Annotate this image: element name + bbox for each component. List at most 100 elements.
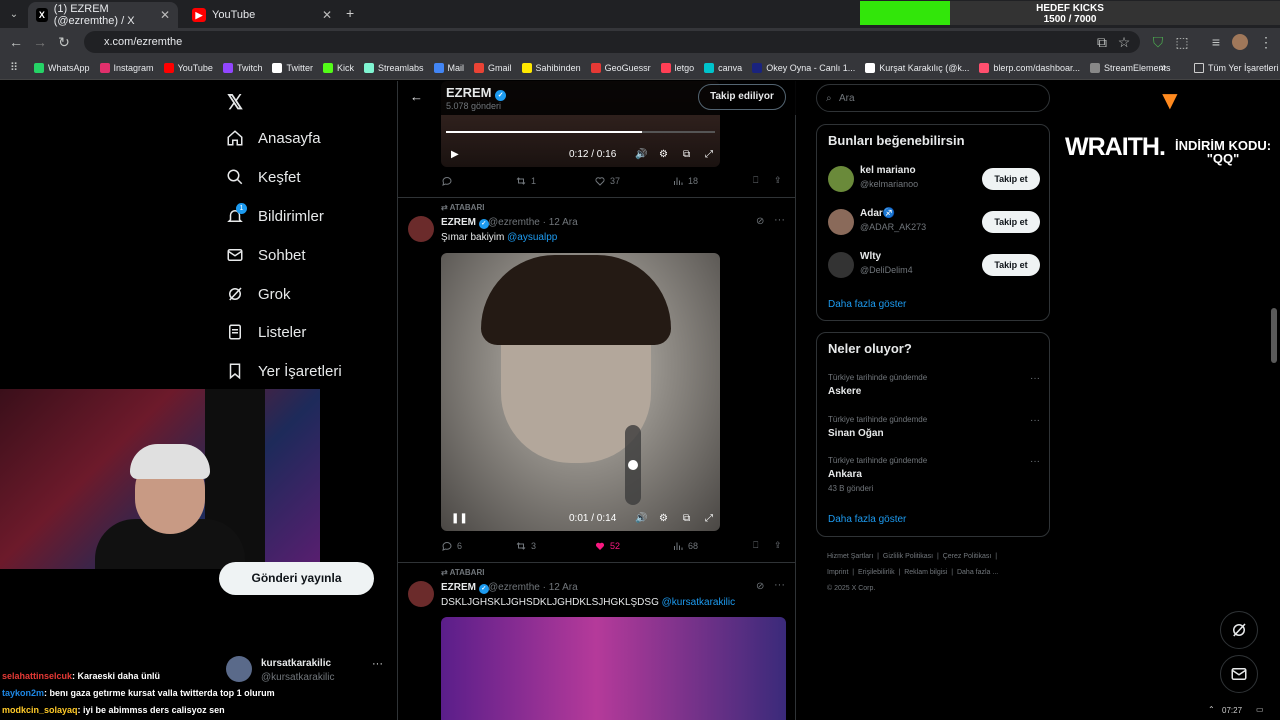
bookmark-item[interactable]: Instagram <box>99 62 154 73</box>
more-icon[interactable]: ··· <box>1030 456 1040 467</box>
nav-bookmarks[interactable]: Yer İşaretleri <box>226 362 342 380</box>
nav-notifications[interactable]: 1 Bildirimler <box>226 203 324 225</box>
grok-fab[interactable] <box>1220 611 1258 649</box>
video-progress-track[interactable] <box>446 131 715 133</box>
cast-icon[interactable]: ⧉ <box>1090 30 1114 54</box>
play-icon[interactable]: ▶ <box>451 149 459 160</box>
bookmark-item[interactable]: blerp.com/dashboar... <box>979 62 1080 73</box>
volume-knob[interactable] <box>628 460 638 470</box>
notification-icon[interactable]: ▭ <box>1256 705 1264 714</box>
bookmark-icon[interactable]: ⎕ <box>753 540 758 551</box>
bookmark-item[interactable]: Okey Oyna - Canlı 1... <box>752 62 855 73</box>
reply-button[interactable] <box>441 175 457 187</box>
search-input[interactable]: ⌕ Ara <box>816 84 1050 112</box>
avatar[interactable] <box>408 216 434 242</box>
views-button[interactable]: 18 <box>672 175 698 187</box>
fullscreen-icon[interactable]: ⤢ <box>705 513 713 524</box>
bookmark-item[interactable]: Kurşat Karakılıç (@k... <box>865 62 969 73</box>
nav-home[interactable]: Anasayfa <box>226 129 321 147</box>
reload-icon[interactable]: ↻ <box>52 30 76 54</box>
extensions-icon[interactable]: ⬚ <box>1170 30 1194 54</box>
scrollbar[interactable] <box>1271 308 1277 363</box>
bookmark-item[interactable]: canva <box>704 62 742 73</box>
bookmark-item[interactable]: Twitch <box>222 62 262 73</box>
address-bar[interactable]: x.com/ezremthe <box>84 31 1140 53</box>
bookmark-item[interactable]: Sahibinden <box>521 62 581 73</box>
shield-icon[interactable]: ⛉ <box>1146 30 1170 54</box>
more-icon[interactable]: ··· <box>774 214 785 226</box>
follow-button[interactable]: Takip et <box>982 254 1040 276</box>
show-more-link[interactable]: Daha fazla göster <box>828 299 906 310</box>
bookmark-item[interactable]: Gmail <box>474 62 512 73</box>
follow-button[interactable]: Takip et <box>982 168 1040 190</box>
video-player[interactable]: ❚❚ 0:01 / 0:14 🔊 ⚙ ⧉ ⤢ <box>441 253 720 531</box>
settings-icon[interactable]: ⚙ <box>659 513 668 524</box>
trend-item[interactable]: Türkiye tarihinde gündemde Sinan Oğan ··… <box>828 415 1040 451</box>
avatar[interactable] <box>1228 30 1252 54</box>
back-icon[interactable]: ← <box>4 30 28 54</box>
tweet-handle[interactable]: @ezremthe <box>488 582 540 593</box>
apps-icon[interactable]: ⠿ <box>2 56 26 80</box>
all-bookmarks[interactable]: Tüm Yer İşaretleri <box>1194 62 1279 73</box>
bookmark-item[interactable]: Twitter <box>272 62 313 73</box>
share-icon[interactable]: ⇪ <box>774 175 782 186</box>
close-icon[interactable]: ✕ <box>322 8 332 22</box>
suggestion-row[interactable]: Wlty @DeliDelim4 Takip et <box>828 249 1040 283</box>
nav-lists[interactable]: Listeler <box>226 323 306 341</box>
fullscreen-icon[interactable]: ⤢ <box>705 149 713 160</box>
more-icon[interactable]: ··· <box>774 579 785 591</box>
close-icon[interactable]: ✕ <box>160 8 170 22</box>
trend-item[interactable]: Türkiye tarihinde gündemde Ankara 43 B g… <box>828 456 1040 502</box>
nav-grok[interactable]: Grok <box>226 285 291 303</box>
avatar[interactable] <box>408 581 434 607</box>
new-tab-button[interactable]: + <box>346 5 354 21</box>
tab-youtube[interactable]: ▶ YouTube ✕ <box>184 2 340 28</box>
bookmark-item[interactable]: letgo <box>660 62 694 73</box>
tweet-handle[interactable]: @ezremthe <box>488 217 540 228</box>
share-icon[interactable]: ⇪ <box>774 540 782 551</box>
bookmark-item[interactable]: Streamlabs <box>363 62 424 73</box>
like-button[interactable]: 52 <box>594 540 620 552</box>
bookmark-item[interactable]: Kick <box>322 62 354 73</box>
suggestion-row[interactable]: Adar♐ @ADAR_AK273 Takip et <box>828 206 1040 240</box>
trend-item[interactable]: Türkiye tarihinde gündemde Askere ··· <box>828 373 1040 409</box>
tweet-author[interactable]: EZREM <box>441 217 476 228</box>
pip-icon[interactable]: ⧉ <box>683 149 690 160</box>
nav-messages[interactable]: Sohbet <box>226 246 306 264</box>
post-button[interactable]: Gönderi yayınla <box>219 562 374 595</box>
tweet-author[interactable]: EZREM <box>441 582 476 593</box>
tab-x[interactable]: X (1) EZREM (@ezremthe) / X ✕ <box>28 2 178 28</box>
tab-search-icon[interactable]: ⌄ <box>2 2 26 26</box>
volume-icon[interactable]: 🔊 <box>635 149 647 160</box>
follow-button[interactable]: Takip et <box>982 211 1040 233</box>
grok-icon[interactable]: ⊘ <box>756 581 764 592</box>
reply-button[interactable]: 6 <box>441 540 462 552</box>
volume-icon[interactable]: 🔊 <box>635 513 647 524</box>
nav-explore[interactable]: Keşfet <box>226 168 301 186</box>
playlist-icon[interactable]: ≡ <box>1204 30 1228 54</box>
mention-link[interactable]: @aysualpp <box>507 232 557 243</box>
show-more-link[interactable]: Daha fazla göster <box>828 514 906 525</box>
bookmark-item[interactable]: WhatsApp <box>34 62 90 73</box>
more-icon[interactable]: ··· <box>1030 373 1040 384</box>
pause-icon[interactable]: ❚❚ <box>451 513 468 524</box>
menu-icon[interactable]: ⋮ <box>1254 30 1278 54</box>
back-arrow-icon[interactable]: ← <box>410 89 423 104</box>
settings-icon[interactable]: ⚙ <box>659 149 668 160</box>
forward-icon[interactable]: → <box>28 30 52 54</box>
like-button[interactable]: 37 <box>594 175 620 187</box>
grok-icon[interactable]: ⊘ <box>756 216 764 227</box>
bookmark-item[interactable]: YouTube <box>163 62 213 73</box>
retweet-button[interactable]: 3 <box>515 540 536 552</box>
suggestion-row[interactable]: kel mariano @kelmarianoo Takip et <box>828 163 1040 197</box>
retweet-button[interactable]: 1 <box>515 175 536 187</box>
views-button[interactable]: 68 <box>672 540 698 552</box>
bookmark-item[interactable]: GeoGuessr <box>590 62 651 73</box>
messages-fab[interactable] <box>1220 655 1258 693</box>
following-button[interactable]: Takip ediliyor <box>698 84 786 110</box>
chevron-right-icon[interactable]: » <box>1160 62 1166 74</box>
bookmark-item[interactable]: StreamElements <box>1089 62 1171 73</box>
star-icon[interactable]: ☆ <box>1112 30 1136 54</box>
volume-slider[interactable] <box>625 425 641 505</box>
mention-link[interactable]: @kursatkarakilic <box>662 597 736 608</box>
